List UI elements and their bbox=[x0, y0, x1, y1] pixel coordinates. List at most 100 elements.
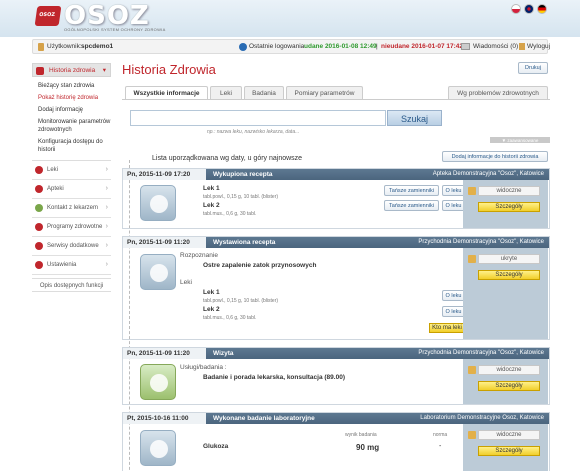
about-drug-button[interactable]: O leku bbox=[442, 290, 465, 301]
who-has-drugs-button[interactable]: Kto ma leki bbox=[429, 323, 465, 333]
history-card: Pn, 2015-11-09 11:20 Wizyta Przychodnia … bbox=[122, 347, 550, 405]
cheaper-alternatives-button[interactable]: Tańsze zamienniki bbox=[384, 200, 439, 211]
history-card: Pt, 2015-10-16 11:00 Wykonane badanie la… bbox=[122, 412, 550, 471]
tab-tests[interactable]: Badania bbox=[244, 86, 284, 99]
doctor-visit-icon bbox=[140, 364, 176, 400]
last-login-label: Ostatnie logowania bbox=[249, 43, 305, 50]
uk-flag-icon[interactable] bbox=[524, 4, 534, 14]
card-datetime: Pn, 2015-11-09 11:20 bbox=[123, 348, 206, 359]
logo-subtitle: OGÓLNOPOLSKI SYSTEM OCHRONY ZDROWIA bbox=[64, 27, 166, 32]
sidebar-item-contact-doctor[interactable]: Kontakt z lekarzem › bbox=[32, 199, 111, 218]
details-button[interactable]: Szczegóły bbox=[478, 381, 540, 391]
test-norm: - bbox=[439, 443, 442, 450]
sidebar-item-extra-services[interactable]: Serwisy dodatkowe › bbox=[32, 237, 111, 256]
about-drug-button[interactable]: O leku bbox=[442, 185, 465, 196]
programs-icon bbox=[35, 223, 43, 231]
login-fail: nieudane 2016-01-07 17:42 bbox=[381, 43, 464, 50]
list-title: Lista uporządkowana wg daty, u góry najn… bbox=[152, 155, 303, 162]
pills-icon bbox=[140, 185, 176, 221]
messages-link[interactable]: Wiadomości (0) bbox=[473, 43, 518, 50]
sidebar-item-show-history[interactable]: Pokaż historię zdrowia bbox=[32, 92, 111, 104]
card-location: Apteka Demonstracyjna "Osoz", Katowice bbox=[432, 171, 544, 177]
logout-link[interactable]: Wyloguj bbox=[527, 43, 550, 50]
tab-drugs[interactable]: Leki bbox=[210, 86, 242, 99]
about-drug-button[interactable]: O leku bbox=[442, 306, 465, 317]
card-actions: widoczne Szczegóły bbox=[463, 359, 548, 404]
search-input[interactable] bbox=[130, 110, 386, 126]
sidebar-item-label: Apteki bbox=[47, 186, 64, 192]
test-result: 90 mg bbox=[356, 443, 380, 452]
chevron-right-icon: › bbox=[105, 261, 108, 268]
unlock-icon bbox=[468, 431, 476, 439]
history-card: Pn, 2015-11-09 17:20 Wykupiona recepta A… bbox=[122, 168, 550, 229]
chevron-right-icon: › bbox=[105, 242, 108, 249]
chevron-down-icon: ▾ bbox=[102, 67, 106, 74]
card-type: Wykonane badanie laboratoryjne bbox=[213, 415, 315, 422]
drugs-icon bbox=[35, 166, 43, 174]
visibility-label: widoczne bbox=[496, 188, 522, 194]
sidebar-item-label: Leki bbox=[47, 167, 59, 173]
visibility-toggle[interactable]: widoczne bbox=[468, 430, 540, 440]
tab-by-health-problem[interactable]: Wg problemów zdrowotnych bbox=[448, 86, 548, 99]
advanced-search-toggle[interactable]: ▼ zaawansowane bbox=[490, 137, 550, 143]
sidebar-section-label: Historia zdrowia bbox=[49, 67, 96, 74]
drug-desc: tabl.powl., 0,15 g, 10 tabl. (blister) bbox=[203, 194, 279, 200]
card-header: Pn, 2015-11-09 17:20 Wykupiona recepta A… bbox=[123, 169, 549, 180]
card-datetime: Pt, 2015-10-16 11:00 bbox=[123, 413, 206, 424]
visibility-toggle[interactable]: ukryte bbox=[468, 254, 540, 264]
info-icon bbox=[239, 43, 247, 51]
cheaper-alternatives-button[interactable]: Tańsze zamienniki bbox=[384, 185, 439, 196]
sidebar: Historia zdrowia ▾ Bieżący stan zdrowia … bbox=[32, 63, 111, 292]
search-button[interactable]: Szukaj bbox=[387, 110, 442, 126]
envelope-icon bbox=[461, 43, 470, 50]
user-icon bbox=[38, 43, 44, 51]
add-info-button[interactable]: Dodaj informacje do historii zdrowia bbox=[442, 151, 548, 162]
sidebar-item-current-health[interactable]: Bieżący stan zdrowia bbox=[32, 80, 111, 92]
card-header: Pt, 2015-10-16 11:00 Wykonane badanie la… bbox=[123, 413, 549, 424]
sidebar-item-pharmacies[interactable]: Apteki › bbox=[32, 180, 111, 199]
sidebar-item-monitoring[interactable]: Monitorowanie parametrów zdrowotnych bbox=[32, 116, 111, 136]
doctor-icon bbox=[35, 204, 43, 212]
sidebar-item-add-info[interactable]: Dodaj informację bbox=[32, 104, 111, 116]
visibility-label: widoczne bbox=[496, 367, 522, 373]
user-label: Użytkownik: bbox=[47, 43, 82, 50]
details-button[interactable]: Szczegóły bbox=[478, 446, 540, 456]
page-title: Historia Zdrowia bbox=[122, 62, 216, 77]
osoz-logo-icon[interactable]: OSOZ bbox=[34, 6, 62, 26]
sidebar-item-label: Serwisy dodatkowe bbox=[47, 243, 99, 249]
pl-flag-icon[interactable] bbox=[511, 4, 521, 14]
details-button[interactable]: Szczegóły bbox=[478, 270, 540, 280]
history-card: Pn, 2015-11-09 11:20 Wystawiona recepta … bbox=[122, 236, 550, 340]
card-datetime: Pn, 2015-11-09 17:20 bbox=[123, 169, 206, 180]
sidebar-item-programs[interactable]: Programy zdrowotne › bbox=[32, 218, 111, 237]
sidebar-item-settings[interactable]: Ustawienia › bbox=[32, 256, 111, 275]
help-link[interactable]: Opis dostępnych funkcji bbox=[32, 278, 111, 292]
result-header: wynik badania bbox=[345, 432, 377, 438]
sidebar-section-health-history[interactable]: Historia zdrowia ▾ bbox=[32, 63, 111, 77]
service-text: Badanie i porada lekarska, konsultacja (… bbox=[203, 374, 345, 381]
health-history-icon bbox=[36, 67, 44, 75]
sidebar-item-drugs[interactable]: Leki › bbox=[32, 161, 111, 180]
card-location: Laboratorium Demonstracyjne Osoz, Katowi… bbox=[420, 415, 544, 421]
print-button[interactable]: Drukuj bbox=[518, 62, 548, 74]
login-separator: | bbox=[376, 43, 378, 50]
pills-icon bbox=[140, 254, 176, 290]
visibility-toggle[interactable]: widoczne bbox=[468, 186, 540, 196]
card-location: Przychodnia Demonstracyjna "Osoz", Katow… bbox=[418, 239, 544, 245]
details-button[interactable]: Szczegóły bbox=[478, 202, 540, 212]
de-flag-icon[interactable] bbox=[537, 4, 547, 14]
card-type: Wykupiona recepta bbox=[213, 171, 273, 178]
search-hint: np.: nazwa leku, nazwisko lekarza, data.… bbox=[207, 129, 300, 135]
norm-header: norma bbox=[433, 432, 448, 438]
about-drug-button[interactable]: O leku bbox=[442, 200, 465, 211]
tab-measurements[interactable]: Pomiary parametrów bbox=[286, 86, 363, 99]
tab-all-info[interactable]: Wszystkie informacje bbox=[125, 86, 208, 100]
visibility-toggle[interactable]: widoczne bbox=[468, 365, 540, 375]
drug-name: Lek 1 bbox=[203, 289, 220, 296]
card-header: Pn, 2015-11-09 11:20 Wystawiona recepta … bbox=[123, 237, 549, 248]
sidebar-item-access-config[interactable]: Konfiguracja dostępu do historii bbox=[32, 136, 111, 156]
pharmacy-icon bbox=[35, 185, 43, 193]
sidebar-item-label: Ustawienia bbox=[47, 262, 77, 268]
drug-name: Lek 2 bbox=[203, 306, 220, 313]
chevron-right-icon: › bbox=[105, 204, 108, 211]
